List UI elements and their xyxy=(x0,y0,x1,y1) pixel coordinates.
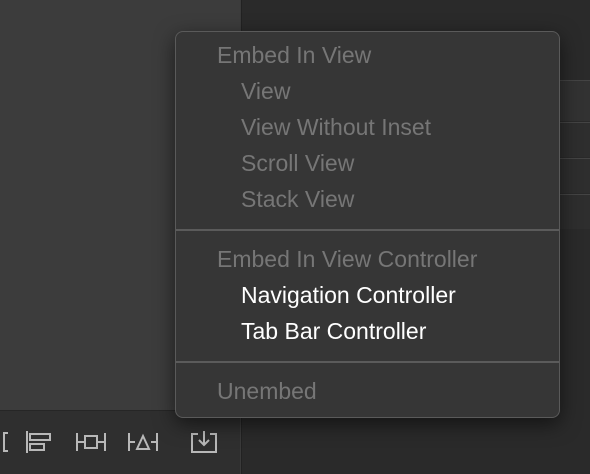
menu-item-stack-view: Stack View xyxy=(241,186,355,212)
menu-separator xyxy=(176,361,559,363)
menu-item-tab-bar-controller[interactable]: Tab Bar Controller xyxy=(176,314,559,348)
menu-item-view: View xyxy=(241,78,291,104)
embed-in-icon[interactable] xyxy=(188,430,220,454)
align-icon[interactable] xyxy=(23,430,55,454)
xcode-interface-builder: Embed In View View View Without Inset Sc… xyxy=(0,0,590,474)
update-frames-icon[interactable] xyxy=(0,430,18,454)
embed-in-menu: Embed In View View View Without Inset Sc… xyxy=(175,31,560,418)
add-new-constraints-icon[interactable] xyxy=(75,430,107,454)
menu-item-navigation-controller[interactable]: Navigation Controller xyxy=(176,278,559,312)
menu-item-unembed: Unembed xyxy=(217,378,317,404)
menu-item-view-without-inset: View Without Inset xyxy=(241,114,432,140)
menu-separator xyxy=(176,229,559,231)
menu-header-embed-in-view: Embed In View xyxy=(217,42,372,68)
resolve-auto-layout-icon[interactable] xyxy=(127,430,159,454)
menu-header-embed-in-view-controller: Embed In View Controller xyxy=(217,246,478,272)
menu-item-scroll-view: Scroll View xyxy=(241,150,355,176)
